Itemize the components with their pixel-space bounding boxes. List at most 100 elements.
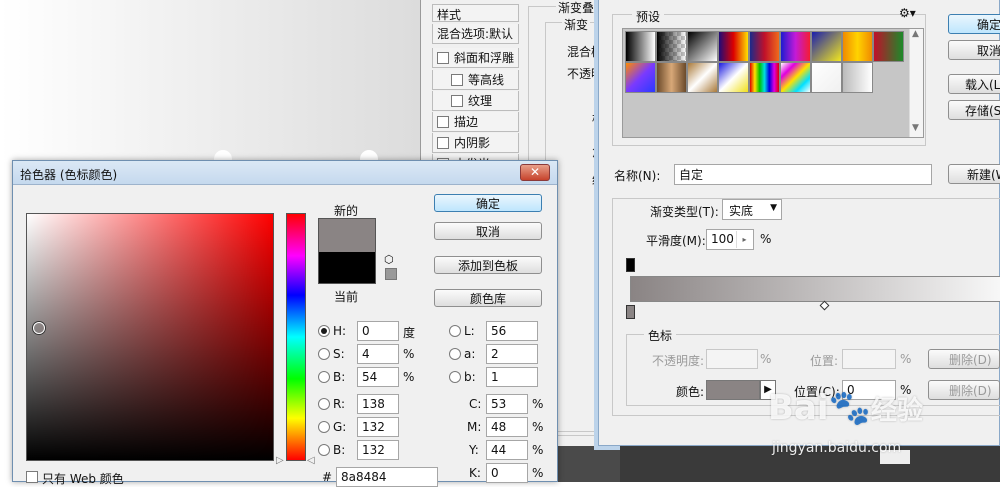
preset-swatch[interactable] <box>718 31 749 62</box>
editor-load-button[interactable]: 载入(L)... <box>948 74 1000 94</box>
s-input[interactable] <box>357 344 399 364</box>
r-input[interactable] <box>357 394 399 414</box>
delete-opacity-stop-button[interactable]: 删除(D) <box>928 349 1000 369</box>
preset-swatch[interactable] <box>842 62 873 93</box>
hue-slider-handle-left[interactable]: ▷ <box>276 455 284 466</box>
hue-slider-handle-right[interactable]: ◁ <box>307 455 315 466</box>
web-only-checkbox[interactable] <box>26 471 38 483</box>
preset-swatch[interactable] <box>718 62 749 93</box>
watermark-brand: Bai🐾经验 <box>768 388 923 428</box>
color-field-cursor[interactable] <box>33 322 45 334</box>
l-input[interactable] <box>486 321 538 341</box>
web-safe-swatch-icon[interactable] <box>385 268 397 280</box>
gear-icon[interactable]: ⚙▾ <box>899 6 916 20</box>
blue-radio[interactable] <box>318 444 330 456</box>
stop-opacity-label: 不透明度: <box>652 354 705 368</box>
h-radio[interactable] <box>318 325 330 337</box>
c-input[interactable] <box>486 394 528 414</box>
smoothness-label: 平滑度(M): <box>646 234 706 248</box>
gradient-sub-title: 渐变 <box>562 16 591 33</box>
preset-swatch[interactable] <box>656 62 687 93</box>
new-color-swatch <box>318 218 376 252</box>
g-input[interactable] <box>357 417 399 437</box>
preset-swatch[interactable] <box>625 31 656 62</box>
s-radio[interactable] <box>318 348 330 360</box>
a-radio[interactable] <box>449 348 461 360</box>
stop-opacity-unit: % <box>760 352 772 366</box>
current-color-swatch[interactable] <box>318 252 376 284</box>
preset-swatch[interactable] <box>780 31 811 62</box>
new-gradient-button[interactable]: 新建(W) <box>948 164 1000 184</box>
style-list: 样式 <box>432 4 519 22</box>
picker-ok-button[interactable]: 确定 <box>434 194 542 212</box>
scroll-down-icon[interactable]: ▼ <box>912 123 919 133</box>
preset-scrollbar[interactable]: ▲ ▼ <box>909 29 923 137</box>
hue-slider[interactable] <box>286 213 306 461</box>
preset-swatch[interactable] <box>656 31 687 62</box>
y-unit: % <box>532 443 544 457</box>
preset-swatch[interactable] <box>811 62 842 93</box>
gradient-bar[interactable] <box>630 276 1000 302</box>
lab-b-input[interactable] <box>486 367 538 387</box>
editor-cancel-button[interactable]: 取消 <box>948 40 1000 60</box>
stroke-checkbox[interactable] <box>437 115 449 128</box>
delete-color-stop-button[interactable]: 删除(D) <box>928 380 1000 400</box>
editor-save-button[interactable]: 存储(S)... <box>948 100 1000 120</box>
color-stop-left[interactable] <box>626 305 635 319</box>
cube-icon[interactable]: ⬡ <box>384 253 394 266</box>
a-label: a: <box>464 347 476 361</box>
k-input[interactable] <box>486 463 528 483</box>
preset-swatch[interactable] <box>780 62 811 93</box>
preset-swatch[interactable] <box>687 62 718 93</box>
m-input[interactable] <box>486 417 528 437</box>
y-input[interactable] <box>486 440 528 460</box>
a-input[interactable] <box>486 344 538 364</box>
style-item-blend[interactable]: 混合选项:默认 <box>432 24 519 44</box>
style-item-stroke[interactable]: 描边 <box>432 112 519 132</box>
style-item-inner-shadow[interactable]: 内阴影 <box>432 133 519 153</box>
lab-b-radio[interactable] <box>449 371 461 383</box>
editor-ok-button[interactable]: 确定 <box>948 14 1000 34</box>
brightness-radio[interactable] <box>318 371 330 383</box>
stop-opacity-input <box>706 349 758 369</box>
preset-swatch[interactable] <box>842 31 873 62</box>
preset-swatch[interactable] <box>749 31 780 62</box>
m-unit: % <box>532 420 544 434</box>
add-to-swatches-button[interactable]: 添加到色板 <box>434 256 542 274</box>
bevel-checkbox[interactable] <box>437 51 449 64</box>
smoothness-input[interactable]: 100 ▸ <box>706 229 754 250</box>
stop-color-swatch[interactable] <box>706 380 760 400</box>
preset-swatch[interactable] <box>625 62 656 93</box>
r-label: R: <box>333 397 346 411</box>
y-label: Y: <box>469 443 479 457</box>
r-radio[interactable] <box>318 398 330 410</box>
preset-swatch[interactable] <box>687 31 718 62</box>
presets-label: 预设 <box>632 8 665 25</box>
contour-checkbox[interactable] <box>451 73 463 86</box>
brightness-input[interactable] <box>357 367 399 387</box>
brightness-unit: % <box>403 370 415 384</box>
texture-checkbox[interactable] <box>451 94 463 107</box>
preset-swatch[interactable] <box>811 31 842 62</box>
opacity-stop-left[interactable] <box>626 258 635 272</box>
style-item-contour[interactable]: 等高线 <box>432 70 519 90</box>
hex-input[interactable] <box>336 467 438 487</box>
blue-input[interactable] <box>357 440 399 460</box>
preset-grid: ▲ ▼ <box>622 28 924 138</box>
scroll-up-icon[interactable]: ▲ <box>912 29 919 39</box>
color-libraries-button[interactable]: 颜色库 <box>434 289 542 307</box>
close-icon[interactable]: ✕ <box>520 164 550 181</box>
h-input[interactable] <box>357 321 399 341</box>
preset-swatch[interactable] <box>873 31 904 62</box>
l-radio[interactable] <box>449 325 461 337</box>
picker-cancel-button[interactable]: 取消 <box>434 222 542 240</box>
g-radio[interactable] <box>318 421 330 433</box>
style-item-bevel[interactable]: 斜面和浮雕 <box>432 48 519 68</box>
style-item-texture[interactable]: 纹理 <box>432 91 519 111</box>
smoothness-arrow-icon[interactable]: ▸ <box>736 231 752 248</box>
gradient-name-input[interactable] <box>674 164 932 185</box>
preset-swatch[interactable] <box>749 62 780 93</box>
gradient-type-select[interactable]: 实底 ▼ <box>722 199 782 220</box>
color-field[interactable] <box>26 213 274 461</box>
inner-shadow-checkbox[interactable] <box>437 136 449 149</box>
